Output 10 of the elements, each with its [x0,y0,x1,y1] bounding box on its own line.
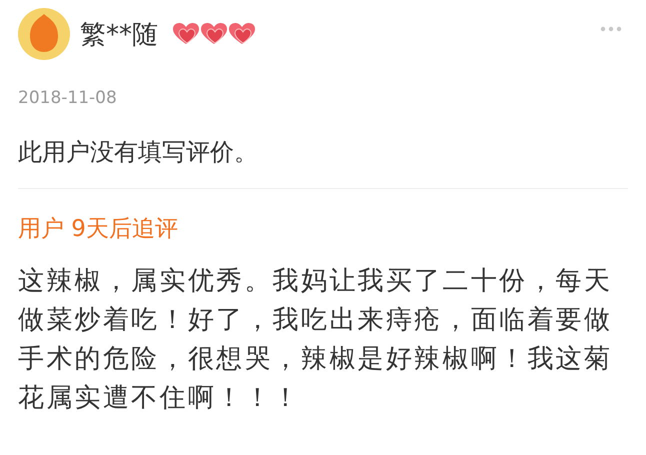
review-date: 2018-11-08 [18,88,118,108]
followup-text: 这辣椒，属实优秀。我妈让我买了二十份，每天做菜炒着吃！好了，我吃出来痔疮，面临着要做手术的危险，很想哭，辣椒是好辣椒啊！我这菊花属实遭不住啊！！！ [18,265,614,415]
heart-icon [200,22,228,46]
avatar-icon [18,8,70,60]
heart-icon [172,22,200,46]
more-icon[interactable] [600,26,622,32]
followup-label: 用户 9天后追评 [18,215,179,244]
user-name: 繁**随 [80,18,158,52]
review-text: 此用户没有填写评价。 [18,137,259,168]
heart-icon [228,22,256,46]
